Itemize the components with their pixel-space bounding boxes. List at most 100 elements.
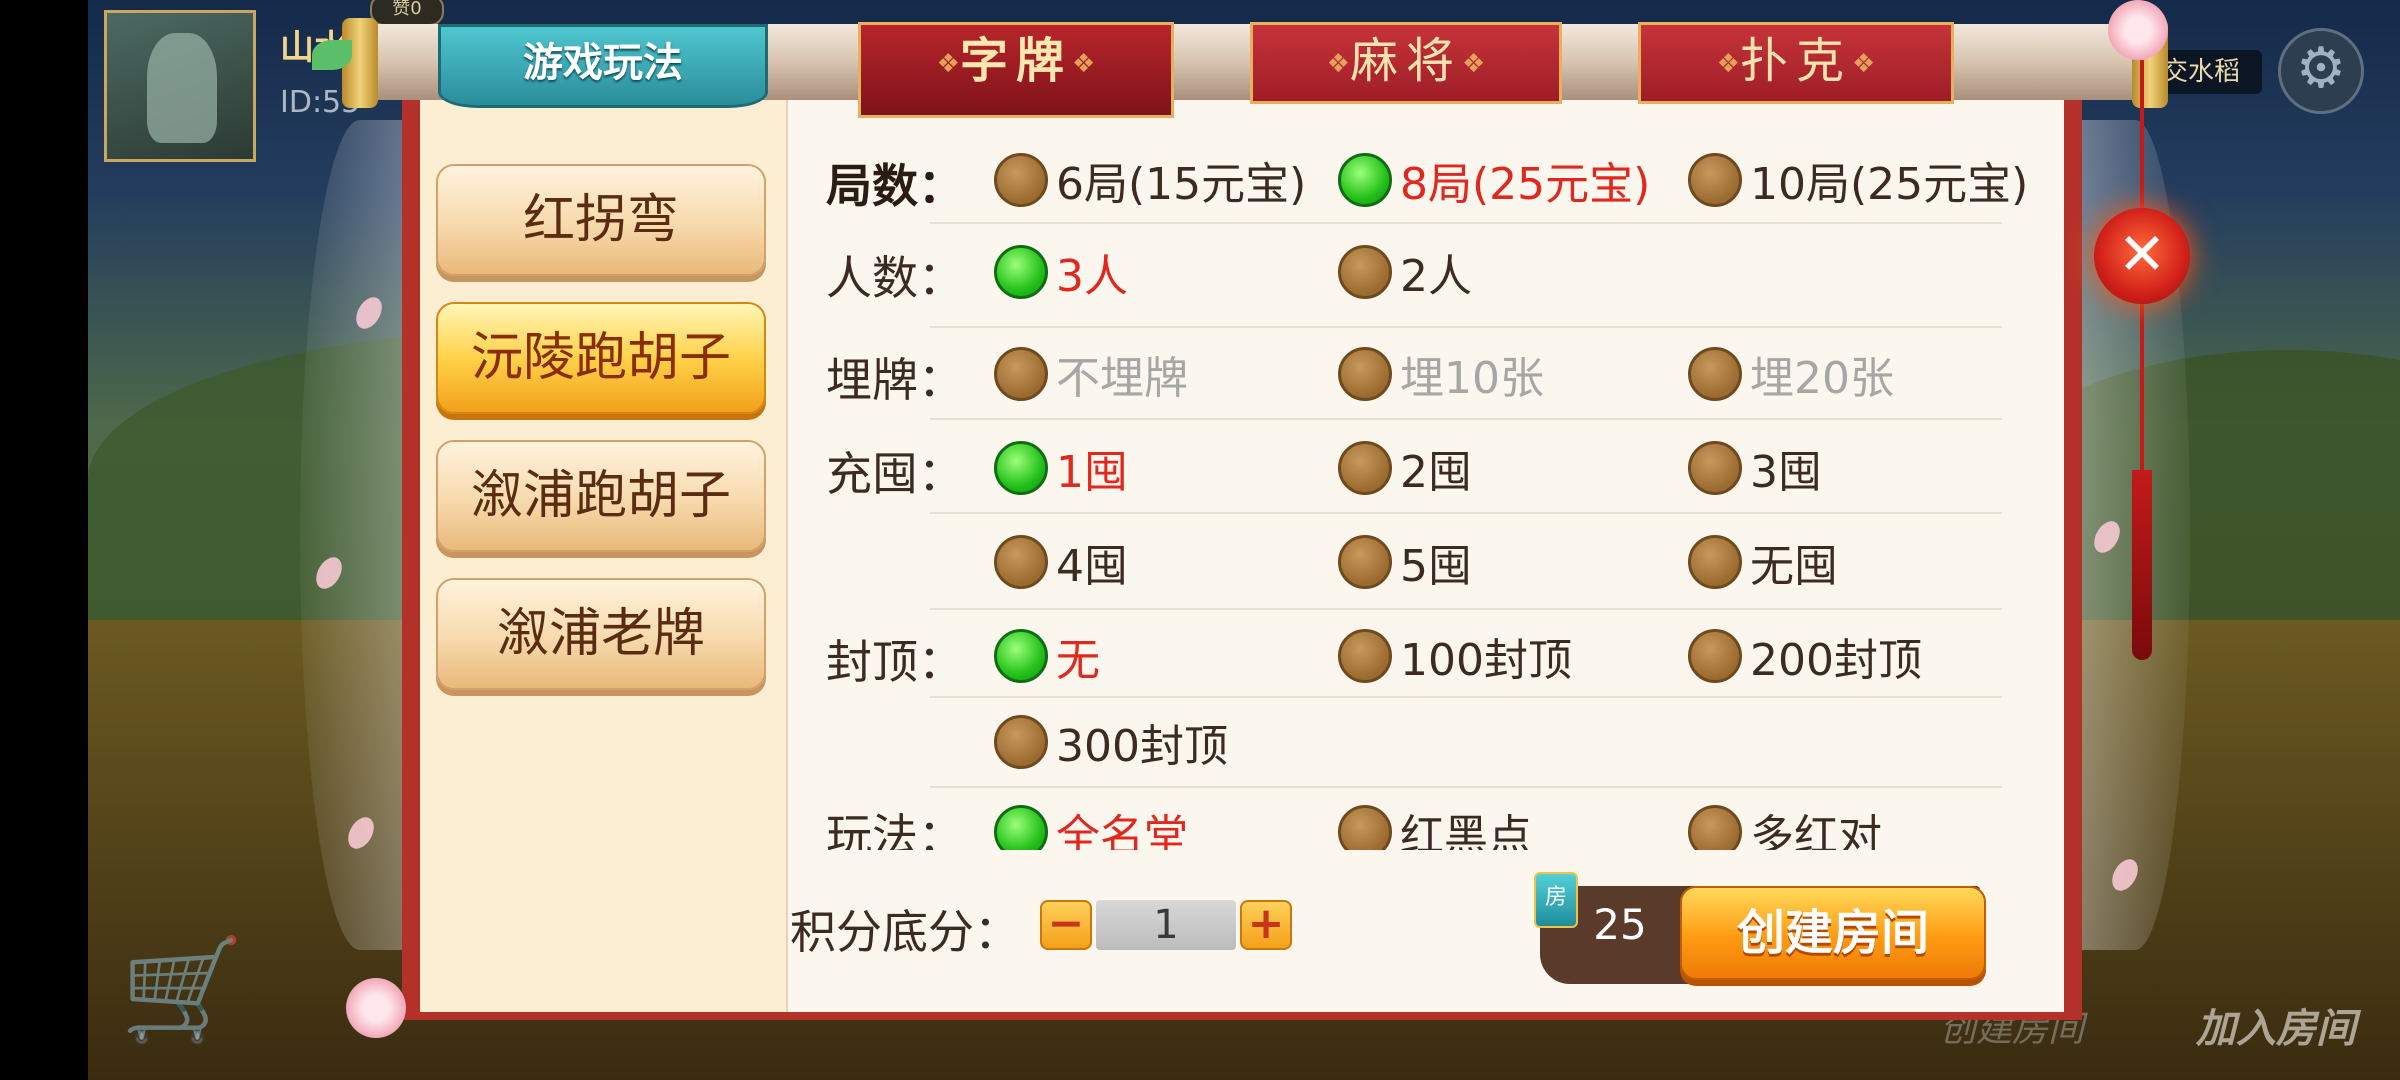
create-room-button[interactable]: 创建房间 [1680,886,1986,980]
chongtun-option-5[interactable]: 5囤 [1338,532,1472,592]
rounds-option-10[interactable]: 10局(25元宝) [1688,150,2028,210]
play-option-hongheidian[interactable]: 红黑点 [1338,802,1532,850]
option-label: 4囤 [1056,541,1128,592]
radio-button[interactable] [1688,805,1742,850]
tab-mahjong[interactable]: ❖麻将❖ [1250,22,1562,104]
room-card-icon: 房 [1534,872,1578,928]
option-label: 6局(15元宝) [1056,159,1307,210]
rules-scroll-area[interactable]: 局数： 6局(15元宝) 8局(25元宝) 10局(25元宝) 人数： 3人 2… [800,140,2064,850]
shop-cart-icon[interactable]: 🛒 [120,935,250,1045]
tab-zipai[interactable]: ❖字牌❖ [858,22,1174,118]
option-label: 埋10张 [1400,353,1544,404]
cap-option-200[interactable]: 200封顶 [1688,626,1922,686]
game-rules-title-tab: 游戏玩法 [438,24,768,108]
radio-button[interactable] [994,441,1048,495]
chongtun-option-4[interactable]: 4囤 [994,532,1128,592]
radio-button[interactable] [1338,245,1392,299]
settings-gear-icon[interactable]: ⚙ [2278,28,2364,114]
radio-button[interactable] [1688,153,1742,207]
radio-button[interactable] [1688,441,1742,495]
ornament-icon: ❖ [1852,49,1876,79]
radio-button[interactable] [1338,153,1392,207]
bury-option-20: 埋20张 [1688,344,1894,404]
bury-option-none: 不埋牌 [994,344,1188,404]
chongtun-label: 充囤： [826,447,964,501]
game-item-yuanling-paohuzi[interactable]: 沅陵跑胡子 [436,302,766,414]
cap-option-300[interactable]: 300封顶 [994,712,1228,772]
option-label: 100封顶 [1400,635,1572,686]
radio-button[interactable] [1338,441,1392,495]
cap-option-100[interactable]: 100封顶 [1338,626,1572,686]
row-divider [930,222,2002,224]
radio-button[interactable] [1338,629,1392,683]
option-label: 红黑点 [1400,811,1532,850]
bury-label: 埋牌： [826,353,964,407]
option-label: 5囤 [1400,541,1472,592]
option-label: 8局(25元宝) [1400,159,1651,210]
chongtun-option-1[interactable]: 1囤 [994,438,1128,498]
close-button[interactable]: ✕ [2094,208,2190,304]
option-label: 10局(25元宝) [1750,159,2029,210]
play-label: 玩法： [826,809,964,850]
leaf-icon [312,40,352,70]
game-item-honggaiwan[interactable]: 红拐弯 [436,164,766,276]
play-option-quanmingtang[interactable]: 全名堂 [994,802,1188,850]
lantern-tassel [2132,470,2152,660]
tab-label: 扑克 [1739,33,1852,89]
radio-button[interactable] [1688,535,1742,589]
ornament-icon: ❖ [1072,49,1096,79]
base-score-label: 积分底分： [790,905,1020,959]
row-divider [930,786,2002,788]
row-divider [930,608,2002,610]
play-option-duohongdui[interactable]: 多红对 [1688,802,1882,850]
ornament-icon: ❖ [1716,49,1740,79]
players-option-2[interactable]: 2人 [1338,242,1472,302]
option-label: 300封顶 [1056,721,1228,772]
score-decrease-button[interactable]: − [1040,900,1092,950]
option-label: 无 [1056,635,1100,686]
radio-button[interactable] [994,153,1048,207]
tab-label: 字牌 [959,33,1072,89]
chongtun-option-none[interactable]: 无囤 [1688,532,1838,592]
chongtun-option-3[interactable]: 3囤 [1688,438,1822,498]
row-divider [930,418,2002,420]
radio-button[interactable] [994,805,1048,850]
radio-button [994,347,1048,401]
rounds-option-6[interactable]: 6局(15元宝) [994,150,1306,210]
tab-poker[interactable]: ❖扑克❖ [1638,22,1954,104]
option-label: 1囤 [1056,447,1128,498]
game-item-xupu-paohuzi[interactable]: 溆浦跑胡子 [436,440,766,552]
radio-button[interactable] [1688,629,1742,683]
players-option-3[interactable]: 3人 [994,242,1128,302]
ornament-icon: ❖ [1462,49,1486,79]
players-label: 人数： [826,251,964,305]
score-increase-button[interactable]: + [1240,900,1292,950]
option-label: 多红对 [1750,811,1882,850]
option-label: 3囤 [1750,447,1822,498]
player-avatar[interactable] [104,10,256,162]
radio-button[interactable] [1338,805,1392,850]
radio-button[interactable] [994,535,1048,589]
tab-label: 麻将 [1349,33,1462,89]
option-label: 2囤 [1400,447,1472,498]
rounds-option-8[interactable]: 8局(25元宝) [1338,150,1650,210]
join-room-button[interactable]: 加入房间 [2196,996,2356,1054]
option-label: 埋20张 [1750,353,1894,404]
radio-button[interactable] [1338,535,1392,589]
score-value: 1 [1096,900,1236,950]
flower-icon [2108,0,2168,60]
row-divider [930,696,2002,698]
option-label: 200封顶 [1750,635,1922,686]
cap-option-none[interactable]: 无 [994,626,1100,686]
radio-button[interactable] [994,245,1048,299]
option-label: 3人 [1056,251,1128,302]
room-card-count: 25 [1593,900,1647,949]
game-item-xupu-laopai[interactable]: 溆浦老牌 [436,578,766,690]
option-label: 全名堂 [1056,811,1188,850]
avatar-portrait [147,33,217,143]
radio-button[interactable] [994,629,1048,683]
radio-button[interactable] [994,715,1048,769]
radio-button [1338,347,1392,401]
cap-label: 封顶： [826,635,964,689]
chongtun-option-2[interactable]: 2囤 [1338,438,1472,498]
